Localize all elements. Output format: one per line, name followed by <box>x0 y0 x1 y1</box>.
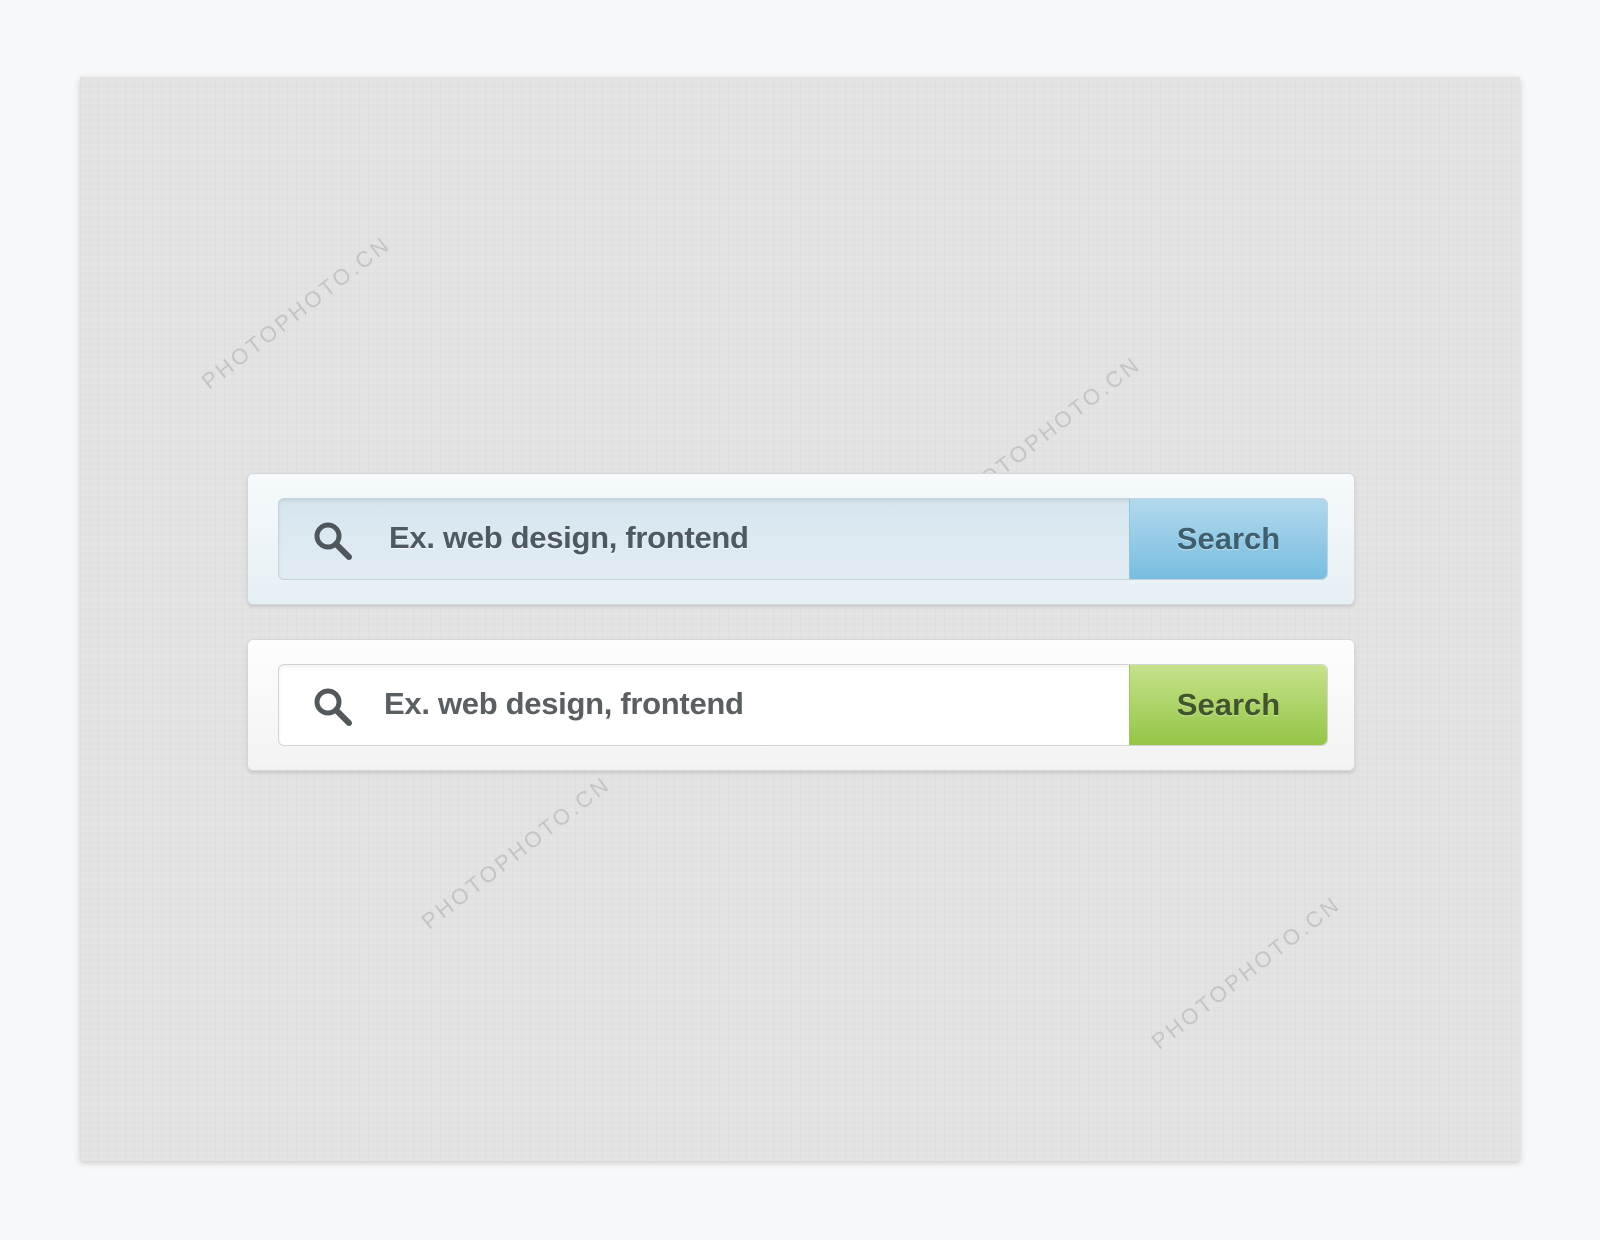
search-button[interactable]: Search <box>1129 499 1327 579</box>
background-panel <box>80 77 1520 1161</box>
search-icon <box>314 688 352 726</box>
search-button[interactable]: Search <box>1129 665 1327 745</box>
search-input-placeholder[interactable]: Ex. web design, frontend <box>389 499 749 577</box>
search-icon <box>314 522 352 560</box>
search-bar-green: Ex. web design, frontend Search <box>247 639 1355 771</box>
search-input-placeholder[interactable]: Ex. web design, frontend <box>384 665 744 743</box>
search-bar-blue: Ex. web design, frontend Search <box>247 473 1355 605</box>
search-field[interactable]: Ex. web design, frontend Search <box>278 664 1328 746</box>
search-field[interactable]: Ex. web design, frontend Search <box>278 498 1328 580</box>
